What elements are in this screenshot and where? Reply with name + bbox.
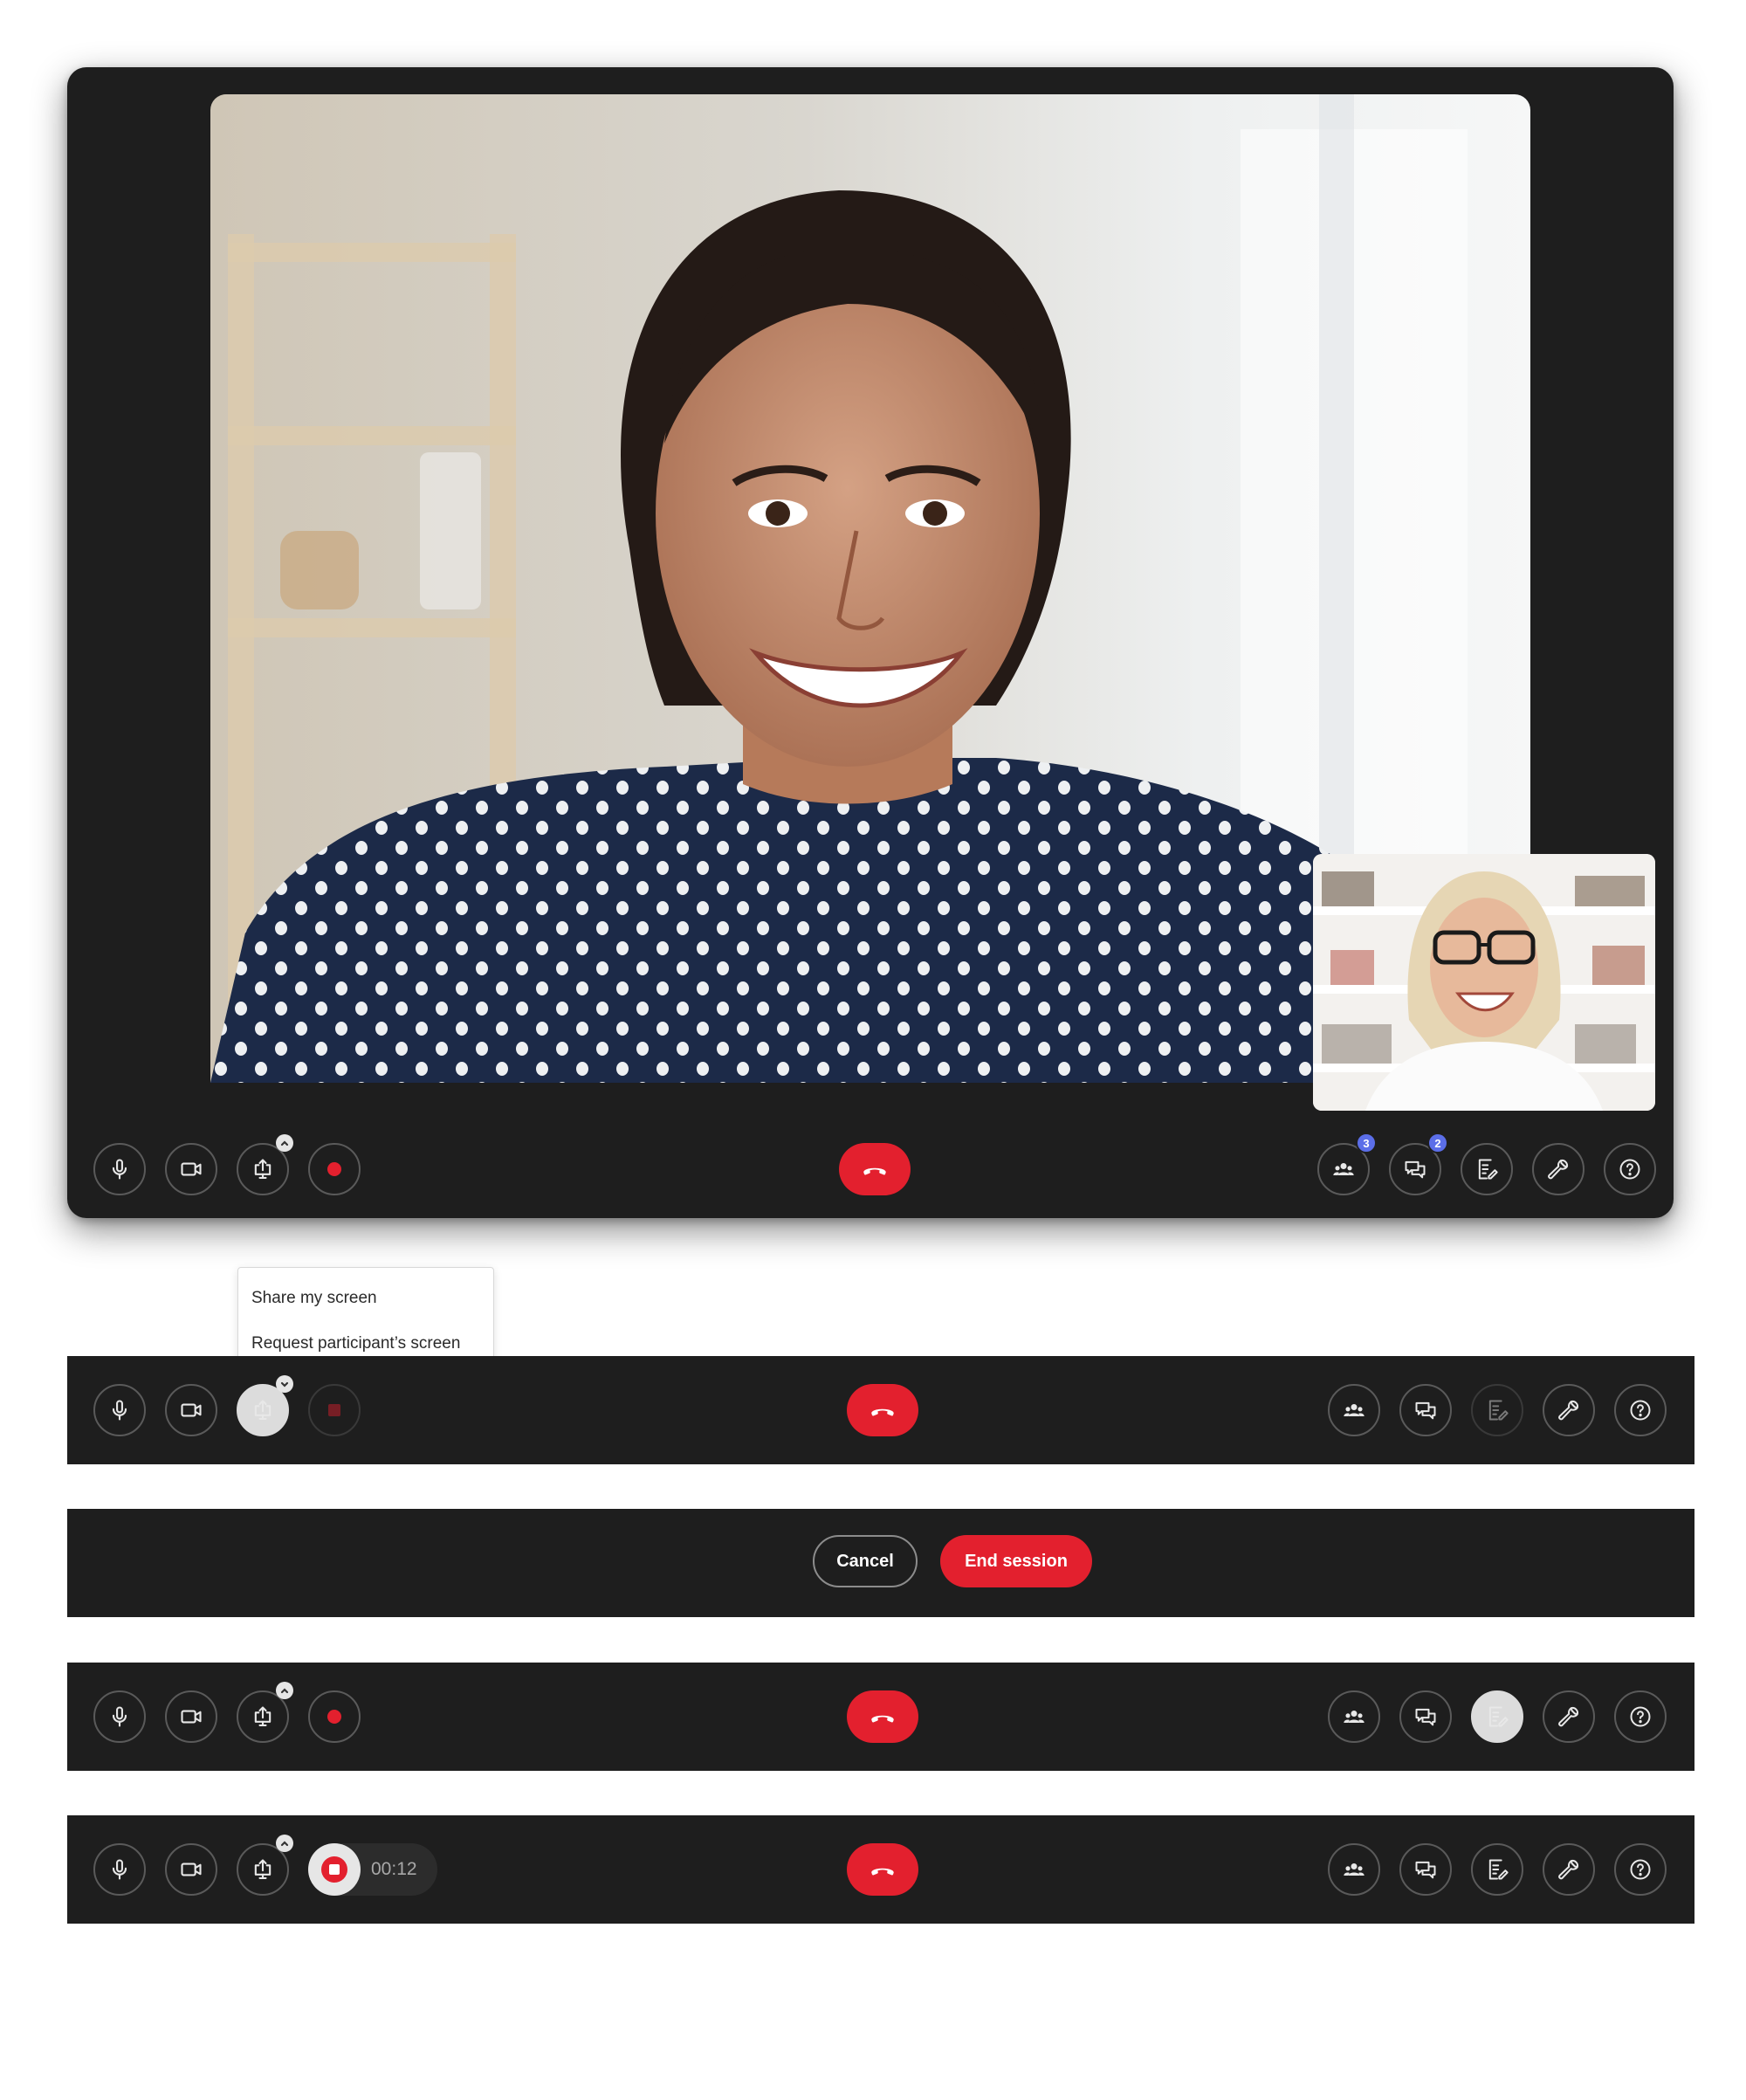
notes-button[interactable] <box>1471 1843 1523 1896</box>
camera-button[interactable] <box>165 1843 217 1896</box>
notes-button[interactable] <box>1471 1690 1523 1743</box>
help-button[interactable] <box>1614 1690 1667 1743</box>
recording-timer: 00:12 <box>371 1859 417 1879</box>
help-icon <box>1630 1400 1651 1421</box>
camera-icon <box>181 1162 202 1176</box>
record-icon <box>328 1404 340 1416</box>
settings-wrench-icon <box>1548 1159 1569 1180</box>
camera-icon <box>181 1403 202 1417</box>
settings-button[interactable] <box>1543 1690 1595 1743</box>
camera-icon <box>181 1862 202 1876</box>
participants-icon <box>1333 1163 1354 1175</box>
share-menu-toggle[interactable] <box>276 1682 293 1699</box>
microphone-icon <box>112 1859 127 1880</box>
microphone-icon <box>112 1159 127 1180</box>
hang-up-button[interactable] <box>839 1143 911 1195</box>
hang-up-icon <box>871 1408 894 1416</box>
chevron-up-icon <box>280 1140 289 1146</box>
chevron-down-icon <box>280 1381 289 1387</box>
share-screen-icon <box>254 1159 272 1179</box>
chat-icon <box>1415 1401 1436 1420</box>
share-menu-toggle[interactable] <box>276 1134 293 1152</box>
notes-button[interactable] <box>1461 1143 1513 1195</box>
record-icon <box>327 1162 341 1176</box>
camera-button[interactable] <box>165 1143 217 1195</box>
chevron-up-icon <box>280 1688 289 1694</box>
toolbar-recording: 00:12 <box>67 1815 1694 1924</box>
chat-unread-badge: 2 <box>1427 1133 1448 1153</box>
hang-up-icon <box>871 1868 894 1876</box>
microphone-icon <box>112 1706 127 1727</box>
help-button[interactable] <box>1614 1384 1667 1436</box>
menu-item-request-participant-screen[interactable]: Request participant’s screen <box>251 1334 460 1353</box>
chat-button[interactable] <box>1399 1843 1452 1896</box>
toolbar-share-menu-open <box>67 1356 1694 1464</box>
settings-wrench-icon <box>1558 1859 1579 1880</box>
participants-count-badge: 3 <box>1356 1133 1377 1153</box>
end-session-button[interactable]: End session <box>940 1535 1092 1587</box>
participants-button[interactable] <box>1328 1843 1380 1896</box>
hang-up-button[interactable] <box>847 1384 918 1436</box>
share-screen-icon <box>254 1400 272 1420</box>
stop-record-icon <box>321 1856 347 1883</box>
settings-wrench-icon <box>1558 1400 1579 1421</box>
settings-button[interactable] <box>1532 1143 1584 1195</box>
help-icon <box>1630 1859 1651 1880</box>
cancel-button[interactable]: Cancel <box>813 1535 918 1587</box>
participants-icon <box>1344 1711 1364 1723</box>
record-button[interactable] <box>308 1690 361 1743</box>
hang-up-icon <box>863 1167 886 1175</box>
chat-icon <box>1415 1861 1436 1879</box>
menu-item-share-my-screen[interactable]: Share my screen <box>251 1289 377 1308</box>
microphone-button[interactable] <box>93 1690 146 1743</box>
recording-indicator: 00:12 <box>308 1843 437 1896</box>
notes-icon <box>1488 1859 1509 1880</box>
settings-button[interactable] <box>1543 1384 1595 1436</box>
microphone-button[interactable] <box>93 1384 146 1436</box>
chat-button[interactable] <box>1399 1384 1452 1436</box>
help-icon <box>1630 1706 1651 1727</box>
toolbar-end-session-confirm: Cancel End session <box>67 1509 1694 1617</box>
self-view-video[interactable] <box>1313 854 1655 1111</box>
record-button[interactable] <box>308 1384 361 1436</box>
participants-button[interactable] <box>1328 1690 1380 1743</box>
stop-recording-button[interactable] <box>308 1843 361 1896</box>
participants-icon <box>1344 1404 1364 1416</box>
share-menu-toggle[interactable] <box>276 1835 293 1852</box>
record-icon <box>327 1710 341 1724</box>
help-button[interactable] <box>1614 1843 1667 1896</box>
chat-icon <box>1405 1160 1426 1179</box>
notes-icon <box>1488 1400 1509 1421</box>
microphone-icon <box>112 1400 127 1421</box>
help-button[interactable] <box>1604 1143 1656 1195</box>
camera-button[interactable] <box>165 1690 217 1743</box>
chat-icon <box>1415 1708 1436 1726</box>
notes-icon <box>1478 1159 1498 1180</box>
share-screen-icon <box>254 1859 272 1879</box>
chevron-up-icon <box>280 1841 289 1847</box>
toolbar-notes-active <box>67 1663 1694 1771</box>
share-screen-icon <box>254 1706 272 1726</box>
hang-up-button[interactable] <box>847 1690 918 1743</box>
settings-wrench-icon <box>1558 1706 1579 1727</box>
microphone-button[interactable] <box>93 1143 146 1195</box>
settings-button[interactable] <box>1543 1843 1595 1896</box>
hang-up-button[interactable] <box>847 1843 918 1896</box>
participants-button[interactable] <box>1328 1384 1380 1436</box>
video-call-window: 3 2 <box>67 67 1674 1218</box>
microphone-button[interactable] <box>93 1843 146 1896</box>
camera-icon <box>181 1710 202 1724</box>
hang-up-icon <box>871 1715 894 1723</box>
share-menu-toggle[interactable] <box>276 1375 293 1393</box>
record-button[interactable] <box>308 1143 361 1195</box>
notes-button[interactable] <box>1471 1384 1523 1436</box>
chat-button[interactable] <box>1399 1690 1452 1743</box>
notes-icon <box>1488 1706 1509 1727</box>
participants-icon <box>1344 1863 1364 1876</box>
help-icon <box>1619 1159 1640 1180</box>
camera-button[interactable] <box>165 1384 217 1436</box>
